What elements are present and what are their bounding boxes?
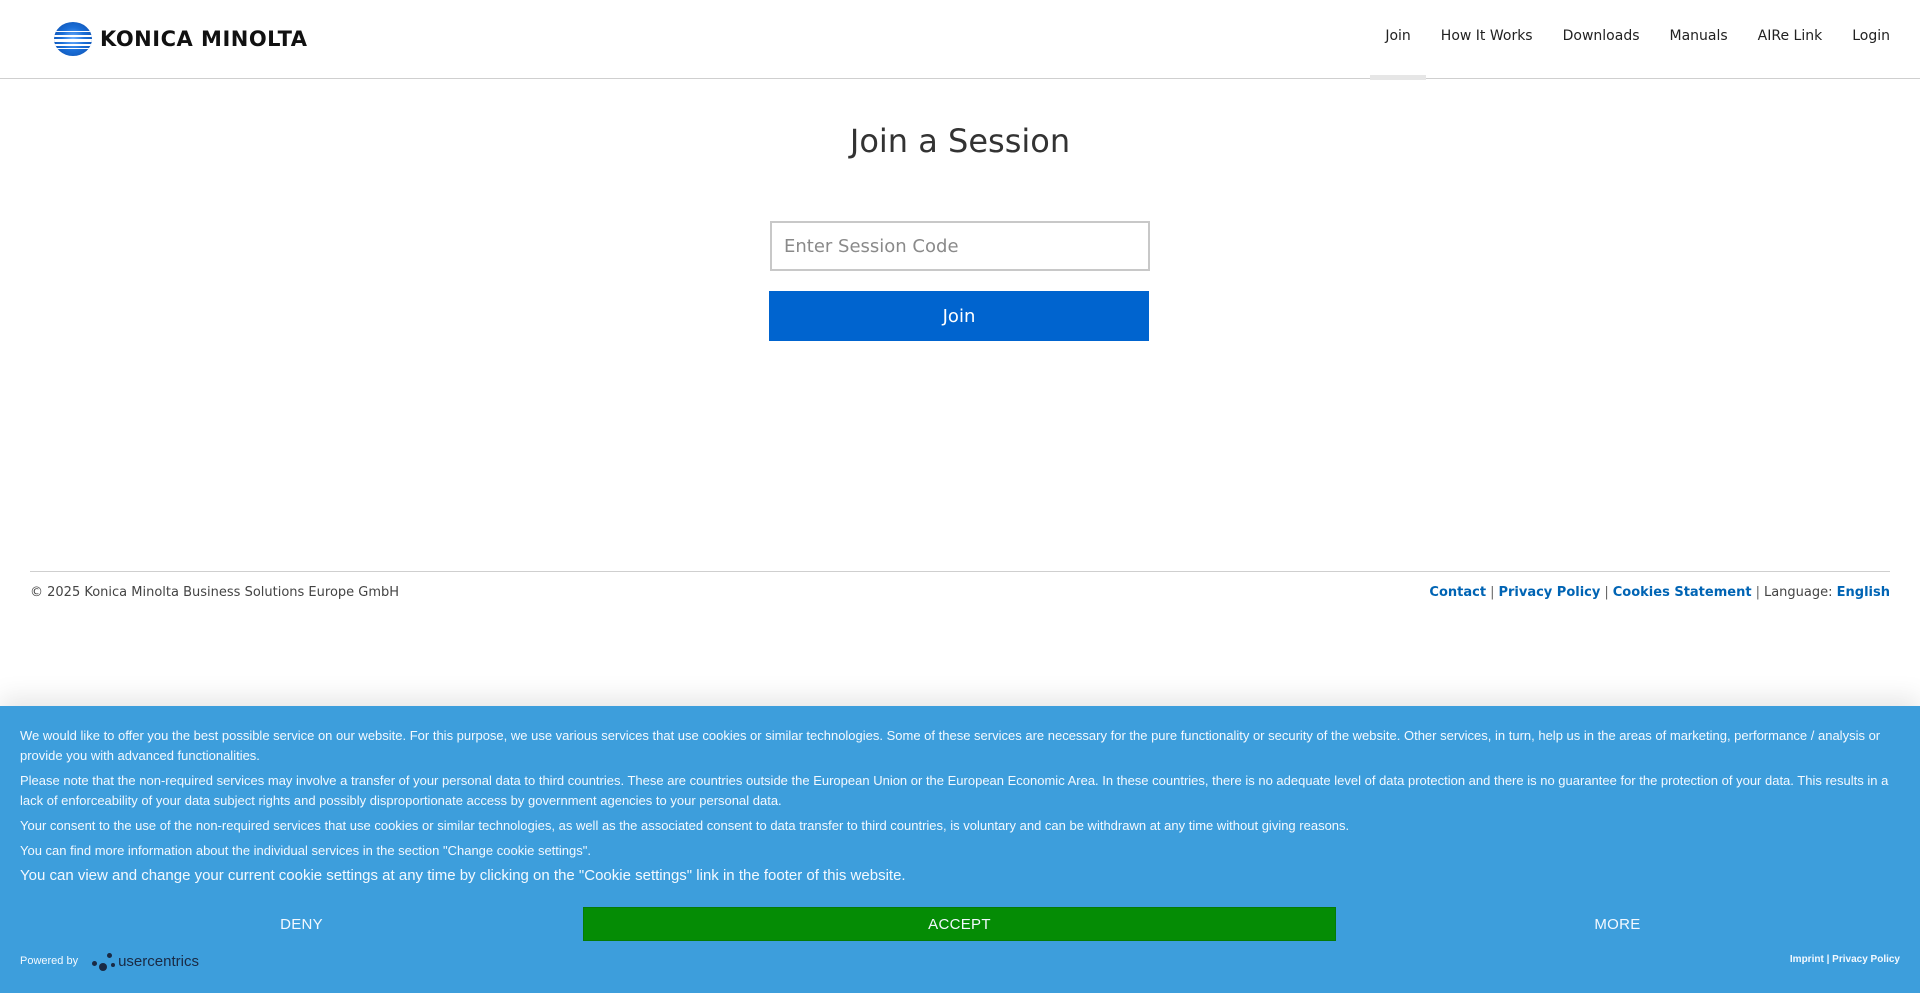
- nav-join[interactable]: Join: [1370, 0, 1427, 80]
- cookie-banner-links: Imprint | Privacy Policy: [1790, 954, 1900, 965]
- deny-button[interactable]: DENY: [20, 907, 583, 941]
- accept-button[interactable]: ACCEPT: [583, 907, 1336, 941]
- language-label: Language:: [1763, 585, 1833, 600]
- join-button[interactable]: Join: [769, 291, 1149, 341]
- powered-by-label: Powered by: [20, 955, 79, 967]
- session-code-input[interactable]: [770, 221, 1150, 271]
- konica-minolta-logo[interactable]: KONICA MINOLTA: [54, 22, 308, 56]
- logo-text: KONICA MINOLTA: [100, 27, 308, 51]
- imprint-link[interactable]: Imprint: [1790, 954, 1824, 965]
- contact-link[interactable]: Contact: [1429, 585, 1486, 600]
- cookie-text-third-countries: Please note that the non-required servic…: [20, 773, 1889, 808]
- cookie-text-settings: You can view and change your current coo…: [20, 867, 906, 884]
- nav-manuals[interactable]: Manuals: [1655, 0, 1743, 79]
- globe-logo-icon: [54, 22, 92, 56]
- separator: |: [1490, 585, 1495, 600]
- cookie-text-intro: We would like to offer you the best poss…: [20, 728, 1881, 763]
- page-title: Join a Session: [849, 122, 1071, 160]
- more-button[interactable]: MORE: [1336, 907, 1899, 941]
- nav-aire-link[interactable]: AIRe Link: [1743, 0, 1838, 79]
- cookie-consent-banner: We would like to offer you the best poss…: [0, 706, 1920, 993]
- language-english-link[interactable]: English: [1837, 585, 1890, 600]
- cookies-statement-link[interactable]: Cookies Statement: [1613, 585, 1752, 600]
- copyright-text: © 2025 Konica Minolta Business Solutions…: [30, 585, 400, 600]
- main-nav: Join How It Works Downloads Manuals AIRe…: [1370, 0, 1920, 80]
- separator: |: [1604, 585, 1609, 600]
- nav-downloads[interactable]: Downloads: [1548, 0, 1655, 79]
- site-header: KONICA MINOLTA Join How It Works Downloa…: [0, 0, 1920, 80]
- footer-divider: [30, 571, 1890, 572]
- cookie-text-consent: Your consent to the use of the non-requi…: [20, 818, 1350, 833]
- powered-by-usercentrics[interactable]: Powered by usercentrics: [20, 949, 199, 973]
- footer-links: Contact | Privacy Policy | Cookies Statement…: [1429, 585, 1890, 600]
- nav-login[interactable]: Login: [1837, 0, 1920, 79]
- usercentrics-wordmark: usercentrics: [118, 952, 199, 970]
- cookie-privacy-policy-link[interactable]: Privacy Policy: [1832, 954, 1900, 965]
- cookie-text-more-info: You can find more information about the …: [20, 843, 591, 858]
- usercentrics-logo-icon: [92, 949, 116, 973]
- nav-how-it-works[interactable]: How It Works: [1426, 0, 1548, 79]
- separator: |: [1755, 585, 1760, 600]
- separator: |: [1826, 954, 1830, 965]
- privacy-policy-link[interactable]: Privacy Policy: [1498, 585, 1600, 600]
